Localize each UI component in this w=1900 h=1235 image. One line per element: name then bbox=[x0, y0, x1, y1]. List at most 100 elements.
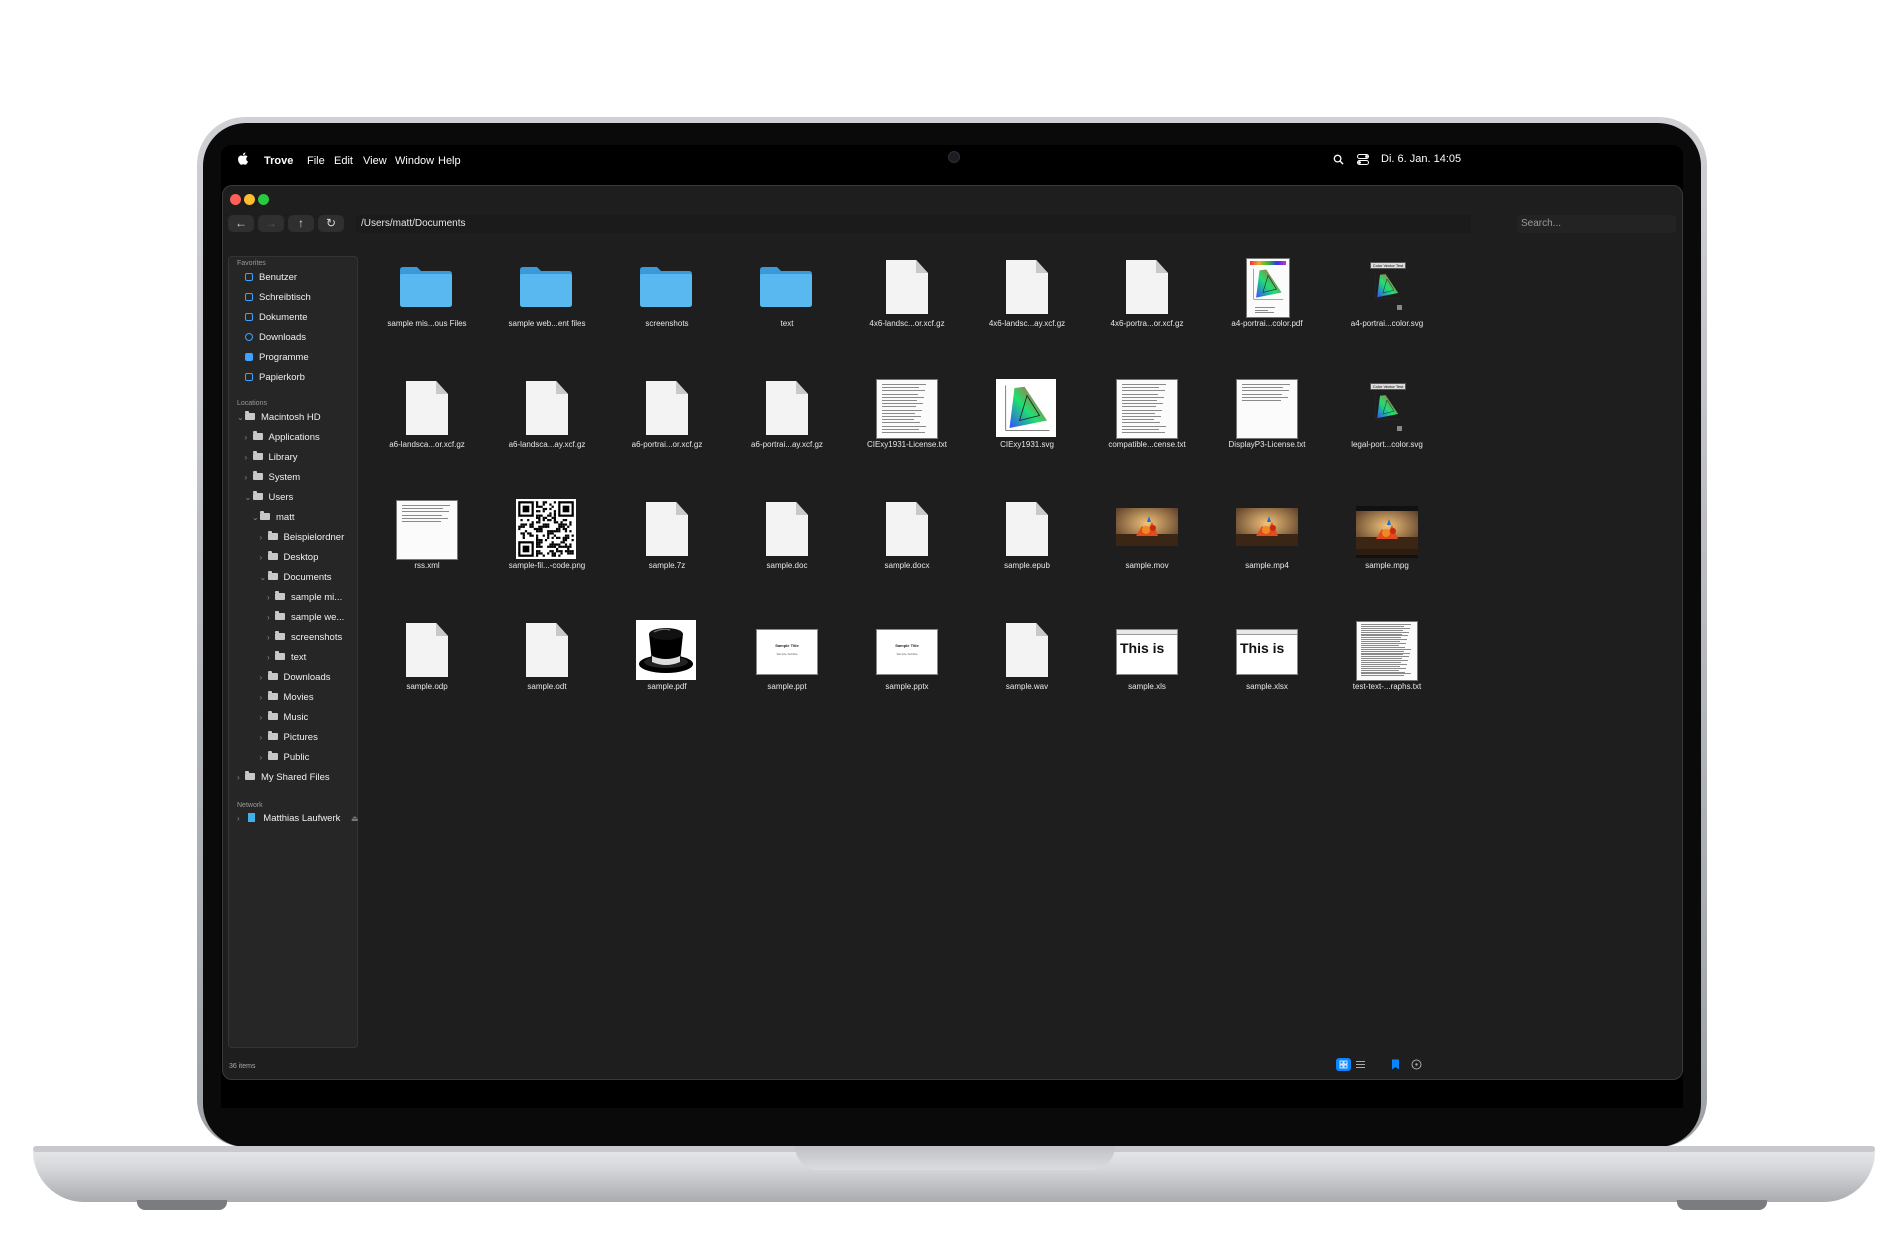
eject-icon[interactable]: ⏏ bbox=[351, 814, 359, 823]
chevron-right-icon[interactable]: › bbox=[267, 629, 275, 647]
chevron-right-icon[interactable]: › bbox=[260, 669, 268, 687]
chevron-down-icon[interactable]: ⌄ bbox=[245, 489, 253, 507]
forward-button[interactable]: → bbox=[258, 215, 284, 232]
control-center-icon[interactable] bbox=[1357, 154, 1369, 165]
search-input[interactable]: Search... bbox=[1517, 215, 1676, 233]
up-button[interactable]: ↑ bbox=[288, 215, 314, 232]
sidebar-item-dokumente[interactable]: Dokumente bbox=[245, 309, 308, 327]
file-item[interactable]: rss.xml bbox=[366, 498, 486, 618]
folder-item[interactable]: text bbox=[726, 256, 846, 376]
path-field[interactable]: /Users/matt/Documents bbox=[356, 215, 1471, 233]
file-item[interactable]: Color Vector Test a4-portrai...color.svg bbox=[1326, 256, 1446, 376]
chevron-right-icon[interactable]: › bbox=[267, 609, 275, 627]
tree-item[interactable]: › screenshots bbox=[267, 629, 342, 647]
back-button[interactable]: ← bbox=[228, 215, 254, 232]
file-item[interactable]: Sample Title Sample Subtitle sample.ppt bbox=[726, 619, 846, 739]
tree-item[interactable]: › System bbox=[245, 469, 300, 487]
tree-item[interactable]: › Library bbox=[245, 449, 298, 467]
folder-item[interactable]: sample mis...ous Files bbox=[366, 256, 486, 376]
file-item[interactable]: sample.odp bbox=[366, 619, 486, 739]
menu-edit[interactable]: Edit bbox=[334, 154, 353, 168]
chevron-right-icon[interactable]: › bbox=[260, 729, 268, 747]
tree-item[interactable]: › Applications bbox=[245, 429, 320, 447]
tree-item[interactable]: ⌄ matt bbox=[252, 509, 294, 527]
spotlight-search-icon[interactable] bbox=[1333, 154, 1344, 165]
file-item[interactable]: sample.wav bbox=[966, 619, 1086, 739]
folder-item[interactable]: screenshots bbox=[606, 256, 726, 376]
file-item[interactable]: CIExy1931.svg bbox=[966, 377, 1086, 497]
file-item[interactable]: This is sample.xlsx bbox=[1206, 619, 1326, 739]
chevron-right-icon[interactable]: › bbox=[245, 429, 253, 447]
sidebar-item-downloads[interactable]: Downloads bbox=[245, 329, 306, 347]
tree-item[interactable]: › Downloads bbox=[260, 669, 331, 687]
file-item[interactable]: sample.mp4 bbox=[1206, 498, 1326, 618]
chevron-right-icon[interactable]: › bbox=[260, 709, 268, 727]
grid-view-button[interactable] bbox=[1336, 1058, 1351, 1071]
chevron-right-icon[interactable]: › bbox=[245, 449, 253, 467]
reload-button[interactable]: ↻ bbox=[318, 215, 344, 232]
chevron-right-icon[interactable]: › bbox=[260, 689, 268, 707]
tree-item[interactable]: › Public bbox=[260, 749, 309, 767]
file-item[interactable]: a6-portrai...or.xcf.gz bbox=[606, 377, 726, 497]
menu-help[interactable]: Help bbox=[438, 154, 461, 168]
tree-item[interactable]: ⌄ Documents bbox=[260, 569, 332, 587]
menu-view[interactable]: View bbox=[363, 154, 387, 168]
file-item[interactable]: a6-portrai...ay.xcf.gz bbox=[726, 377, 846, 497]
file-item[interactable]: compatible...cense.txt bbox=[1086, 377, 1206, 497]
sidebar-item-programme[interactable]: Programme bbox=[245, 349, 309, 367]
file-item[interactable]: Color Vector Test legal-port...color.svg bbox=[1326, 377, 1446, 497]
tree-item[interactable]: › Desktop bbox=[260, 549, 318, 567]
app-menu[interactable]: Trove bbox=[264, 154, 293, 168]
file-item[interactable]: sample.mov bbox=[1086, 498, 1206, 618]
file-item[interactable]: DisplayP3-License.txt bbox=[1206, 377, 1326, 497]
tree-item[interactable]: › sample mi... bbox=[267, 589, 342, 607]
tree-item[interactable]: › Beispielordner bbox=[260, 529, 344, 547]
tree-item[interactable]: › Pictures bbox=[260, 729, 318, 747]
chevron-right-icon[interactable]: › bbox=[260, 549, 268, 567]
info-icon[interactable] bbox=[1411, 1059, 1422, 1070]
file-item[interactable]: Sample Title Sample Subtitle sample.pptx bbox=[846, 619, 966, 739]
file-item[interactable]: This is sample.xls bbox=[1086, 619, 1206, 739]
apple-menu-icon[interactable] bbox=[238, 152, 248, 165]
sidebar-item-benutzer[interactable]: Benutzer bbox=[245, 269, 297, 287]
chevron-down-icon[interactable]: ⌄ bbox=[252, 509, 260, 527]
file-item[interactable]: 4x6-landsc...or.xcf.gz bbox=[846, 256, 966, 376]
tree-item[interactable]: › My Shared Files bbox=[237, 769, 330, 787]
chevron-right-icon[interactable]: › bbox=[260, 529, 268, 547]
menubar-clock[interactable]: Di. 6. Jan. 14:05 bbox=[1381, 153, 1461, 165]
tree-item[interactable]: › sample we... bbox=[267, 609, 344, 627]
file-item[interactable]: sample.7z bbox=[606, 498, 726, 618]
sidebar-item-schreibtisch[interactable]: Schreibtisch bbox=[245, 289, 311, 307]
list-view-icon[interactable] bbox=[1355, 1059, 1366, 1070]
file-item[interactable]: sample.doc bbox=[726, 498, 846, 618]
file-item[interactable]: sample-fil...-code.png bbox=[486, 498, 606, 618]
file-item[interactable]: a6-landsca...ay.xcf.gz bbox=[486, 377, 606, 497]
file-item[interactable]: sample.odt bbox=[486, 619, 606, 739]
file-item[interactable]: 4x6-portra...or.xcf.gz bbox=[1086, 256, 1206, 376]
tree-item[interactable]: › text bbox=[267, 649, 306, 667]
file-item[interactable]: a4-portrai...color.pdf bbox=[1206, 256, 1326, 376]
menu-window[interactable]: Window bbox=[395, 154, 434, 168]
chevron-right-icon[interactable]: › bbox=[237, 769, 245, 787]
chevron-down-icon[interactable]: ⌄ bbox=[260, 569, 268, 587]
file-item[interactable]: a6-landsca...or.xcf.gz bbox=[366, 377, 486, 497]
chevron-right-icon[interactable]: › bbox=[267, 589, 275, 607]
bookmark-icon[interactable] bbox=[1391, 1059, 1400, 1070]
chevron-right-icon[interactable]: › bbox=[267, 649, 275, 667]
tree-item[interactable]: ⌄ Users bbox=[245, 489, 293, 507]
tree-item[interactable]: › Music bbox=[260, 709, 308, 727]
folder-item[interactable]: sample web...ent files bbox=[486, 256, 606, 376]
tree-item[interactable]: ⌄ Macintosh HD bbox=[237, 409, 321, 427]
file-item[interactable]: 4x6-landsc...ay.xcf.gz bbox=[966, 256, 1086, 376]
file-item[interactable]: sample.mpg bbox=[1326, 498, 1446, 618]
menu-file[interactable]: File bbox=[307, 154, 325, 168]
tree-item[interactable]: › Movies bbox=[260, 689, 314, 707]
file-item[interactable]: sample.epub bbox=[966, 498, 1086, 618]
sidebar-item-papierkorb[interactable]: Papierkorb bbox=[245, 369, 305, 387]
file-item[interactable]: CIExy1931-License.txt bbox=[846, 377, 966, 497]
chevron-right-icon[interactable]: › bbox=[245, 469, 253, 487]
chevron-right-icon[interactable]: › bbox=[260, 749, 268, 767]
sidebar-item-network-drive[interactable]: › Matthias Laufwerk ⏏ bbox=[237, 810, 359, 828]
file-item[interactable]: sample.docx bbox=[846, 498, 966, 618]
file-item[interactable]: test-text-...raphs.txt bbox=[1326, 619, 1446, 739]
